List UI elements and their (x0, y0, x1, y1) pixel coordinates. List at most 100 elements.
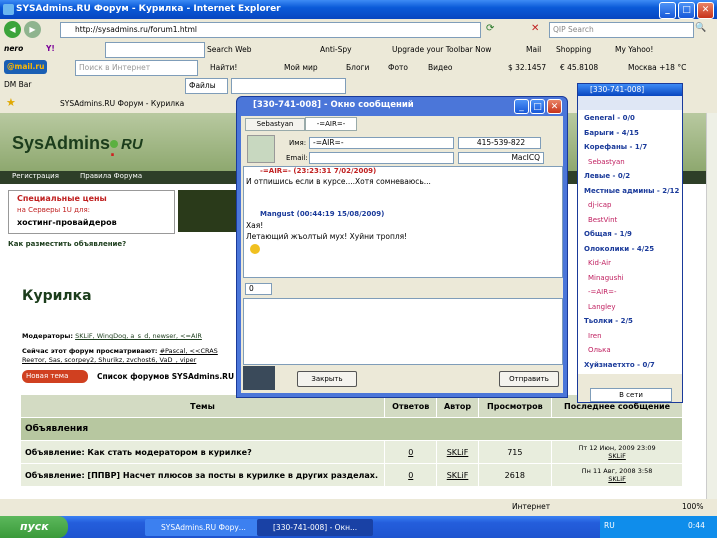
forum-logo[interactable]: SysAdmins. RU (12, 133, 143, 160)
shopping-button[interactable]: Shopping (556, 43, 591, 57)
topic-title[interactable]: Объявление: [ППВР] Насчет плюсов за пост… (20, 463, 385, 487)
task-qip[interactable]: [330-741-008] - Окн... (257, 519, 373, 536)
name-field[interactable]: -=AIR=- (309, 137, 454, 149)
close-msg-label: Закрыть (311, 375, 343, 383)
stop-icon[interactable]: ✕ (531, 23, 539, 34)
viewing-line: Сейчас этот форум просматривают: #Pascal… (22, 347, 218, 355)
server-banner[interactable]: Специальные цены на Серверы 1U для: хост… (8, 190, 175, 234)
contact-item[interactable]: dj-icap (588, 200, 688, 211)
task-ie[interactable]: SYSAdmins.RU Фору... (145, 519, 261, 536)
contact-item[interactable]: Langley (588, 302, 688, 313)
ad-link[interactable]: Как разместить объявление? (8, 240, 126, 248)
qip-status-button[interactable]: В сети (590, 388, 672, 402)
my-world-button[interactable]: Мой мир (284, 61, 318, 75)
last-author[interactable]: SKLiF (556, 452, 678, 460)
tab-air-label: -=AIR=- (316, 120, 346, 128)
find-button[interactable]: Найти! (210, 61, 237, 75)
msg-minimize-button[interactable]: _ (514, 99, 529, 114)
favorites-star-icon[interactable]: ★ (6, 96, 16, 110)
contact-item[interactable]: BestVint (588, 215, 688, 226)
history-pane[interactable]: -=AIR=- (23:23:31 7/02/2009) И отпишись … (243, 166, 563, 278)
video-button[interactable]: Видео (428, 61, 452, 75)
tab-sebastyan[interactable]: Sebastyan (245, 118, 305, 131)
forward-button[interactable]: ▶ (24, 21, 41, 38)
mailru-logo[interactable]: @mail.ru (4, 60, 48, 74)
msg-maximize-button[interactable]: □ (530, 99, 545, 114)
msg-close-button[interactable]: ✕ (547, 99, 562, 114)
contact-item[interactable]: -=AIR=- (588, 287, 688, 298)
topic-last: Пт 12 Июн, 2009 23:09 SKLiF (551, 440, 683, 464)
email-field[interactable] (309, 152, 454, 164)
blogs-button[interactable]: Блоги (346, 61, 369, 75)
contact-item[interactable]: Олька (588, 345, 688, 356)
toolbar-mailru: @mail.ru Поиск в Интернет Найти! Мой мир… (0, 59, 717, 78)
address-input[interactable]: http://sysadmins.ru/forum1.html (60, 22, 481, 38)
contact-item[interactable]: Sebastyan (588, 157, 688, 168)
nav-rules[interactable]: Правила Форума (80, 172, 142, 180)
photo-button[interactable]: Фото (388, 61, 408, 75)
browser-tab[interactable]: SYSAdmins.RU Форум - Курилка (60, 97, 184, 111)
yahoo-mail-button[interactable]: Mail (526, 43, 541, 57)
topic-author[interactable]: SKLiF (436, 463, 479, 487)
table-row[interactable]: Объявление: [ППВР] Насчет плюсов за пост… (20, 463, 683, 487)
toolbar3-select[interactable] (231, 78, 346, 94)
lang-indicator[interactable]: RU (604, 521, 615, 530)
contact-list: General - 0/0 Барыги - 4/15 Корефаны - 1/7… (578, 110, 682, 374)
yahoo-logo[interactable]: Y! (46, 42, 55, 56)
contact-group[interactable]: Корефаны - 1/7 (584, 142, 684, 153)
email-label: Email: (286, 154, 308, 162)
topic-title[interactable]: Объявление: Как стать модератором в кури… (20, 440, 385, 464)
viewing-label: Сейчас этот форум просматривают: (22, 347, 158, 355)
send-button[interactable]: Отправить (499, 371, 559, 387)
smiley-icon (250, 244, 260, 254)
topic-replies: 0 (383, 440, 438, 464)
qip-search-input[interactable]: QIP Search (549, 22, 694, 38)
close-msg-button[interactable]: Закрыть (297, 371, 357, 387)
nav-register[interactable]: Регистрация (12, 172, 59, 180)
contact-group[interactable]: Левые - 0/2 (584, 171, 684, 182)
viewing-line2[interactable]: Reeтor, Sas, scorpey2, Shurikz, zvchost6… (22, 356, 196, 364)
contact-group[interactable]: Барыги - 4/15 (584, 128, 684, 139)
mailru-search-input[interactable]: Поиск в Интернет (75, 60, 198, 76)
zoom-level[interactable]: 100% (682, 500, 703, 514)
nero-logo[interactable]: nero (4, 42, 23, 56)
start-button[interactable]: пуск (0, 516, 68, 538)
contact-item[interactable]: Kid-Air (588, 258, 688, 269)
search-icon[interactable]: 🔍 (695, 23, 706, 33)
anti-spy-button[interactable]: Anti-Spy (320, 43, 352, 57)
table-row[interactable]: Объявление: Как стать модератором в кури… (20, 440, 683, 464)
contact-group[interactable]: Хуйзнаетхто - 0/7 (584, 360, 684, 371)
contact-group[interactable]: Олоколики - 4/25 (584, 244, 684, 255)
last-author[interactable]: SKLiF (556, 475, 678, 483)
client-field[interactable]: MacICQ (458, 152, 544, 164)
topic-author[interactable]: SKLiF (436, 440, 479, 464)
contact-item[interactable]: Minagushi (588, 273, 688, 284)
contact-group[interactable]: Тьолки - 2/5 (584, 316, 684, 327)
contact-group[interactable]: Общая - 1/9 (584, 229, 684, 240)
upgrade-toolbar-button[interactable]: Upgrade your Toolbar Now (392, 43, 491, 57)
contact-group[interactable]: General - 0/0 (584, 113, 684, 124)
files-select[interactable]: Файлы (185, 78, 228, 94)
my-yahoo-button[interactable]: My Yahoo! (615, 43, 653, 57)
new-topic-button[interactable]: Новая тема (22, 370, 88, 383)
uin-field[interactable]: 415-539-822 (458, 137, 541, 149)
search-web-button[interactable]: Search Web (207, 43, 252, 57)
eur-rate: € 45.8108 (560, 63, 599, 72)
moderators-list[interactable]: SKLiF, WingDog, a_s_d, newser, <=AIR (75, 332, 202, 340)
back-button[interactable]: ◀ (4, 21, 21, 38)
page-scrollbar[interactable] (706, 113, 717, 499)
forum-list-link[interactable]: Список форумов SYSAdmins.RU (97, 372, 234, 381)
refresh-icon[interactable]: ⟳ (486, 23, 494, 34)
web-banner[interactable] (178, 190, 238, 232)
viewing-list[interactable]: #Pascal, <<CRAS (160, 347, 218, 355)
contact-item[interactable]: Iren (588, 331, 688, 342)
yahoo-search-input[interactable] (105, 42, 205, 58)
contact-group[interactable]: Местные админы - 2/12 (584, 186, 684, 197)
minimize-button[interactable]: _ (659, 2, 676, 19)
tab-air[interactable]: -=AIR=- (305, 117, 357, 131)
counter-field: 0 (245, 283, 272, 295)
maximize-button[interactable]: □ (678, 2, 695, 19)
input-area[interactable] (243, 298, 563, 365)
ie-title-bar: SYSAdmins.RU Форум - Курилка - Internet … (0, 0, 717, 19)
close-button[interactable]: ✕ (697, 2, 714, 19)
